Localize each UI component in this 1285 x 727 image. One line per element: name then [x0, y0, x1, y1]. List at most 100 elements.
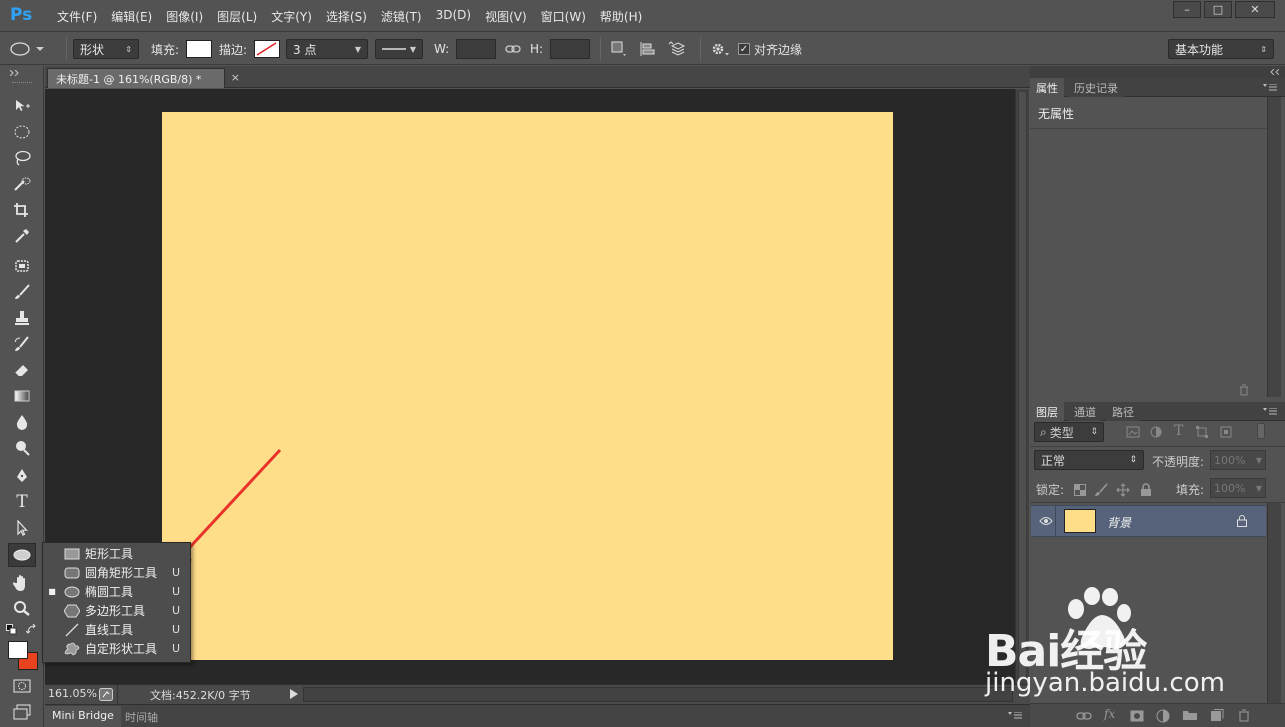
- layers-scrollbar[interactable]: [1267, 503, 1281, 703]
- screen-mode-button[interactable]: [8, 700, 36, 724]
- link-layers-icon[interactable]: [1076, 710, 1092, 722]
- flyout-item-rounded-rectangle[interactable]: 圆角矩形工具 U: [43, 563, 190, 582]
- filter-type-icon[interactable]: T: [1174, 423, 1183, 439]
- flyout-item-custom-shape[interactable]: 自定形状工具 U: [43, 639, 190, 658]
- tab-mini-bridge[interactable]: Mini Bridge: [45, 706, 121, 727]
- zoom-tool[interactable]: [8, 596, 36, 620]
- collapse-arrows-icon[interactable]: [1267, 69, 1279, 75]
- shape-mode-dropdown[interactable]: 形状 ⇕: [73, 39, 139, 59]
- crop-tool[interactable]: [8, 198, 36, 222]
- quick-mask-button[interactable]: [8, 674, 36, 698]
- menu-select[interactable]: 选择(S): [319, 8, 374, 25]
- eye-icon[interactable]: [1039, 516, 1053, 526]
- flyout-item-polygon[interactable]: 多边形工具 U: [43, 601, 190, 620]
- blend-mode-dropdown[interactable]: 正常 ⇕: [1034, 450, 1144, 470]
- menu-edit[interactable]: 编辑(E): [104, 8, 159, 25]
- workspace-dropdown[interactable]: 基本功能 ⇕: [1168, 39, 1274, 59]
- gradient-tool[interactable]: [8, 384, 36, 408]
- geometry-options-button[interactable]: [710, 39, 730, 59]
- tab-paths[interactable]: 路径: [1106, 402, 1140, 421]
- export-icon[interactable]: [99, 688, 113, 701]
- filter-smart-object-icon[interactable]: [1220, 426, 1232, 438]
- path-operations-button[interactable]: [610, 39, 628, 59]
- filter-shape-icon[interactable]: [1196, 426, 1208, 438]
- lock-image-icon[interactable]: [1094, 483, 1108, 497]
- panel-menu-icon[interactable]: [1263, 408, 1277, 416]
- path-arrangement-button[interactable]: [668, 39, 688, 59]
- path-alignment-button[interactable]: [638, 39, 656, 59]
- trash-icon[interactable]: [1238, 709, 1250, 722]
- lock-position-icon[interactable]: [1116, 483, 1130, 497]
- history-brush-tool[interactable]: [8, 332, 36, 356]
- minimize-button[interactable]: –: [1173, 1, 1201, 18]
- link-dimensions-button[interactable]: [505, 39, 521, 59]
- vertical-scrollbar[interactable]: [1015, 89, 1029, 684]
- width-input[interactable]: [456, 39, 496, 59]
- layer-filter-dropdown[interactable]: ⌕ 类型 ⇕: [1034, 422, 1104, 442]
- trash-icon[interactable]: [1238, 384, 1250, 396]
- menu-layer[interactable]: 图层(L): [210, 8, 264, 25]
- flyout-item-rectangle[interactable]: 矩形工具: [43, 544, 190, 563]
- flyout-item-ellipse[interactable]: ■ 椭圆工具 U: [43, 582, 190, 601]
- document-tab[interactable]: 未标题-1 @ 161%(RGB/8) * ×: [47, 68, 240, 88]
- panel-menu-icon[interactable]: [1263, 84, 1277, 92]
- add-mask-icon[interactable]: [1130, 710, 1144, 722]
- lasso-tool[interactable]: [8, 146, 36, 170]
- layer-name[interactable]: 背景: [1107, 514, 1131, 531]
- stroke-width-dropdown[interactable]: 3 点 ▼: [286, 39, 368, 59]
- ellipse-tool[interactable]: [8, 543, 36, 567]
- filter-pixel-icon[interactable]: [1126, 426, 1140, 438]
- menu-image[interactable]: 图像(I): [159, 8, 210, 25]
- height-input[interactable]: [550, 39, 590, 59]
- stroke-type-dropdown[interactable]: ▼: [375, 39, 423, 59]
- scrollbar-thumb[interactable]: [1018, 91, 1027, 679]
- marquee-tool[interactable]: [8, 120, 36, 144]
- collapse-arrows-icon[interactable]: [10, 70, 22, 76]
- zoom-level[interactable]: 161.05%: [48, 687, 97, 700]
- filter-adjustment-icon[interactable]: [1150, 426, 1162, 438]
- type-tool[interactable]: T: [8, 490, 36, 514]
- panel-menu-icon[interactable]: [1008, 712, 1022, 720]
- hand-tool[interactable]: [8, 571, 36, 595]
- pen-tool[interactable]: [8, 464, 36, 488]
- menu-view[interactable]: 视图(V): [478, 8, 534, 25]
- new-group-icon[interactable]: [1182, 709, 1198, 721]
- filter-toggle-switch[interactable]: [1257, 423, 1265, 439]
- healing-brush-tool[interactable]: [8, 254, 36, 278]
- horizontal-scrollbar[interactable]: [303, 687, 1013, 702]
- adjustment-layer-icon[interactable]: [1156, 709, 1170, 723]
- tab-history[interactable]: 历史记录: [1068, 78, 1124, 97]
- layer-thumbnail[interactable]: [1064, 509, 1096, 533]
- blur-tool[interactable]: [8, 410, 36, 434]
- fill-opacity-input[interactable]: 100% ▼: [1210, 478, 1266, 498]
- foreground-color-swatch[interactable]: [8, 641, 28, 659]
- default-colors-icon[interactable]: [6, 624, 18, 636]
- menu-file[interactable]: 文件(F): [50, 8, 104, 25]
- swap-colors-icon[interactable]: [26, 624, 38, 636]
- menu-filter[interactable]: 滤镜(T): [374, 8, 429, 25]
- properties-scrollbar[interactable]: [1267, 97, 1281, 397]
- menu-3d[interactable]: 3D(D): [429, 8, 478, 25]
- layer-row-background[interactable]: 背景: [1031, 505, 1266, 537]
- lock-all-icon[interactable]: [1140, 483, 1152, 497]
- new-layer-icon[interactable]: [1210, 709, 1224, 722]
- clone-stamp-tool[interactable]: [8, 306, 36, 330]
- path-selection-tool[interactable]: [8, 516, 36, 540]
- quick-selection-tool[interactable]: [8, 172, 36, 196]
- close-tab-icon[interactable]: ×: [231, 71, 240, 84]
- layer-effects-icon[interactable]: fx: [1104, 707, 1115, 721]
- tab-timeline[interactable]: 时间轴: [118, 706, 165, 727]
- align-edges-checkbox[interactable]: ✓ 对齐边缘: [738, 39, 802, 59]
- move-tool[interactable]: [8, 94, 36, 118]
- play-arrow-icon[interactable]: [290, 689, 298, 699]
- tab-channels[interactable]: 通道: [1068, 402, 1102, 421]
- brush-tool[interactable]: [8, 280, 36, 304]
- lock-transparent-icon[interactable]: [1074, 484, 1086, 496]
- close-button[interactable]: ✕: [1235, 1, 1275, 18]
- eyedropper-tool[interactable]: [8, 224, 36, 248]
- fill-swatch[interactable]: [186, 39, 212, 59]
- tab-layers[interactable]: 图层: [1030, 402, 1064, 421]
- dodge-tool[interactable]: [8, 436, 36, 460]
- flyout-item-line[interactable]: 直线工具 U: [43, 620, 190, 639]
- eraser-tool[interactable]: [8, 358, 36, 382]
